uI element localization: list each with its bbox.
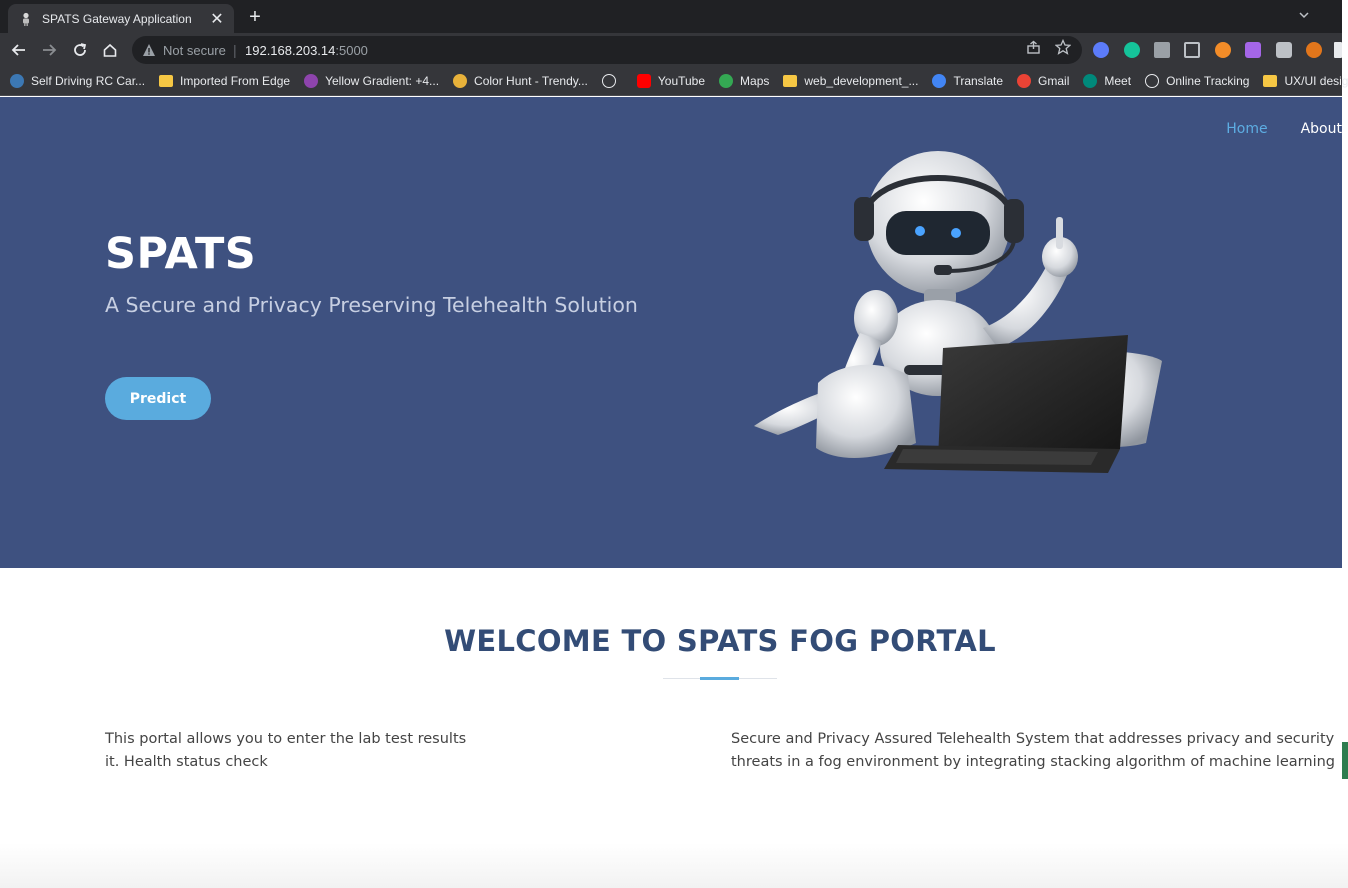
warning-triangle-icon[interactable]	[142, 43, 156, 57]
bookmark-item[interactable]: Imported From Edge	[159, 74, 290, 88]
nav-home-link[interactable]: Home	[1226, 121, 1267, 137]
bookmark-label: Gmail	[1038, 74, 1070, 88]
gmail-icon	[1017, 74, 1032, 88]
gradient-icon	[304, 74, 319, 88]
purple-extension-icon[interactable]	[1245, 42, 1261, 58]
bookmarks-bar: Self Driving RC Car... Imported From Edge…	[0, 67, 1348, 96]
robot-with-laptop-illustration	[754, 151, 1162, 473]
bookmark-label: Color Hunt - Trendy...	[474, 74, 588, 88]
bookmark-item[interactable]: Meet	[1083, 74, 1131, 88]
youtube-icon	[636, 74, 651, 88]
bookmark-star-icon[interactable]	[1054, 38, 1072, 56]
url-text[interactable]: 192.168.203.14:5000	[245, 43, 368, 58]
home-icon[interactable]	[98, 38, 122, 62]
browser-tab-bar: SPATS Gateway Application ✕ +	[0, 0, 1342, 33]
scroll-indicator	[1342, 742, 1348, 779]
bookmark-label: Meet	[1104, 74, 1132, 88]
folder-icon	[1263, 75, 1278, 87]
bookmark-item[interactable]: Translate	[932, 74, 1003, 88]
browser-tab[interactable]: SPATS Gateway Application ✕	[8, 4, 234, 33]
welcome-left-column: This portal allows you to enter the lab …	[105, 728, 625, 774]
orange-extension-icon[interactable]	[1215, 42, 1231, 58]
nav-about-link[interactable]: About	[1301, 121, 1342, 137]
hero-section: Home About SPATS A Secure and Privacy Pr…	[0, 97, 1342, 568]
new-tab-button[interactable]: +	[244, 6, 266, 28]
welcome-left-text: This portal allows you to enter the lab …	[105, 731, 467, 747]
address-separator: |	[233, 42, 237, 58]
bookmark-label: web_development_...	[804, 74, 919, 88]
back-arrow-icon[interactable]	[7, 38, 31, 62]
tab-title: SPATS Gateway Application	[42, 11, 192, 26]
globe-icon	[601, 74, 616, 88]
forward-arrow-icon[interactable]	[37, 38, 61, 62]
metamask-extension-icon[interactable]	[1306, 42, 1322, 58]
gray-extension-icon[interactable]	[1276, 42, 1292, 58]
bookmark-item[interactable]: Color Hunt - Trendy...	[453, 74, 588, 88]
bookmark-label: Self Driving RC Car...	[31, 74, 146, 88]
bookmark-label: Translate	[953, 74, 1004, 88]
bookmark-label: Online Tracking	[1166, 74, 1250, 88]
more-menu-icon[interactable]	[1334, 42, 1342, 58]
url-port: :5000	[335, 43, 368, 58]
predict-button[interactable]: Predict	[105, 377, 211, 420]
bookmark-item[interactable]: Self Driving RC Car...	[10, 74, 145, 88]
bookmark-label: UX/UI design	[1284, 74, 1348, 88]
share-icon[interactable]	[1024, 38, 1042, 56]
page-bottom-fade	[0, 775, 1348, 888]
grammarly-extension-icon[interactable]	[1124, 42, 1140, 58]
url-host: 192.168.203.14	[245, 43, 336, 58]
bookmark-item[interactable]: UX/UI design	[1263, 74, 1348, 88]
meet-icon	[1083, 74, 1098, 88]
site-nav: Home About	[1208, 121, 1342, 137]
globe-icon	[1145, 74, 1160, 88]
bookmark-item[interactable]	[601, 74, 623, 88]
hero-title: SPATS	[105, 229, 257, 279]
bookmark-label: Yellow Gradient: +4...	[325, 74, 440, 88]
bookmark-label: YouTube	[657, 74, 706, 88]
extension-blue-circle-icon[interactable]	[1093, 42, 1109, 58]
tab-close-icon[interactable]: ✕	[209, 9, 225, 29]
robot-favicon-icon	[18, 11, 34, 27]
maps-icon	[719, 74, 734, 88]
bookmark-item[interactable]: Online Tracking	[1145, 74, 1249, 88]
folder-icon	[159, 75, 174, 87]
welcome-left-text-2: it. Health status check	[105, 754, 268, 770]
folder-icon	[783, 75, 798, 87]
browser-toolbar: Not secure | 192.168.203.14:5000	[0, 33, 1342, 67]
hero-subtitle: A Secure and Privacy Preserving Teleheal…	[105, 293, 638, 317]
welcome-title: WELCOME TO SPATS FOG PORTAL	[444, 624, 996, 658]
pen-extension-icon[interactable]	[1184, 42, 1200, 58]
translate-icon	[932, 74, 947, 88]
bookmark-item[interactable]: YouTube	[636, 74, 706, 88]
bookmark-item[interactable]: Gmail	[1017, 74, 1069, 88]
tab-search-chevron-icon[interactable]	[1293, 6, 1315, 28]
security-label[interactable]: Not secure	[163, 43, 226, 58]
address-bar[interactable]: Not secure | 192.168.203.14:5000	[132, 36, 1082, 64]
title-divider-accent	[700, 677, 739, 680]
reload-icon[interactable]	[68, 38, 92, 62]
bookmark-item[interactable]: Maps	[719, 74, 769, 88]
wordpress-icon	[10, 74, 24, 88]
download-extension-icon[interactable]	[1154, 42, 1170, 58]
bookmark-label: Maps	[740, 74, 770, 88]
bookmark-item[interactable]: Yellow Gradient: +4...	[304, 74, 439, 88]
bookmark-item[interactable]: web_development_...	[783, 74, 918, 88]
bookmark-label: Imported From Edge	[180, 74, 291, 88]
colorhunt-icon	[453, 74, 468, 88]
